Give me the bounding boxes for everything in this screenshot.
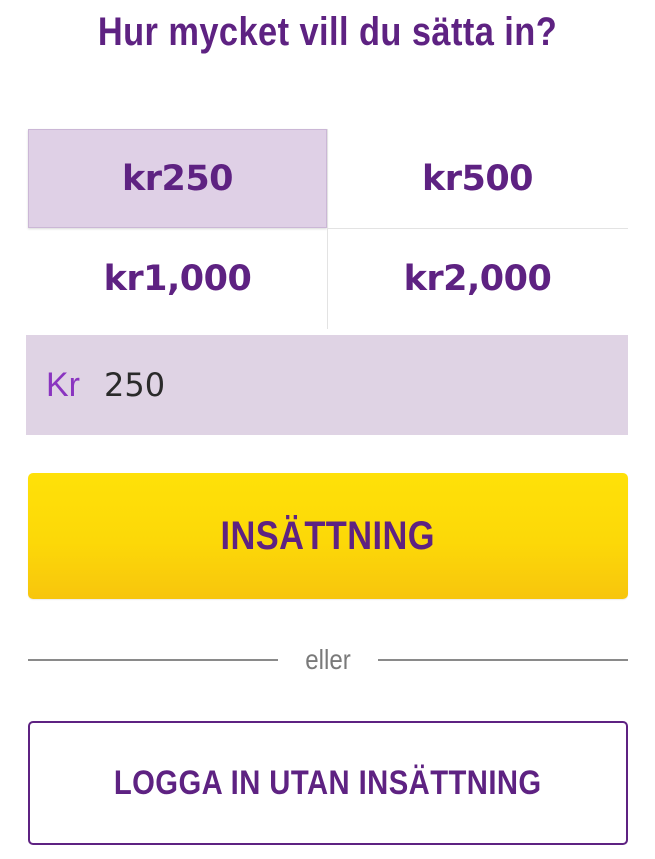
amount-option-1000[interactable]: kr1,000 [28, 229, 327, 328]
amount-option-250[interactable]: kr250 [28, 129, 327, 228]
login-button-label: LOGGA IN UTAN INSÄTTNING [114, 763, 542, 802]
grid-divider-vertical [327, 129, 328, 329]
amount-options: kr250 kr500 kr1,000 kr2,000 [28, 129, 628, 329]
divider-line-right [378, 659, 628, 661]
page-title: Hur mycket vill du sätta in? [97, 10, 558, 54]
currency-label: Kr [46, 365, 80, 404]
amount-option-2000[interactable]: kr2,000 [328, 229, 627, 328]
amount-field[interactable]: Kr [26, 335, 628, 435]
or-divider: eller [28, 640, 628, 680]
amount-option-500[interactable]: kr500 [328, 129, 627, 228]
deposit-button-label: INSÄTTNING [220, 513, 436, 558]
deposit-button[interactable]: INSÄTTNING [28, 473, 628, 599]
amount-input[interactable] [104, 366, 564, 404]
grid-divider-horizontal [327, 228, 628, 229]
login-without-deposit-button[interactable]: LOGGA IN UTAN INSÄTTNING [28, 721, 628, 845]
